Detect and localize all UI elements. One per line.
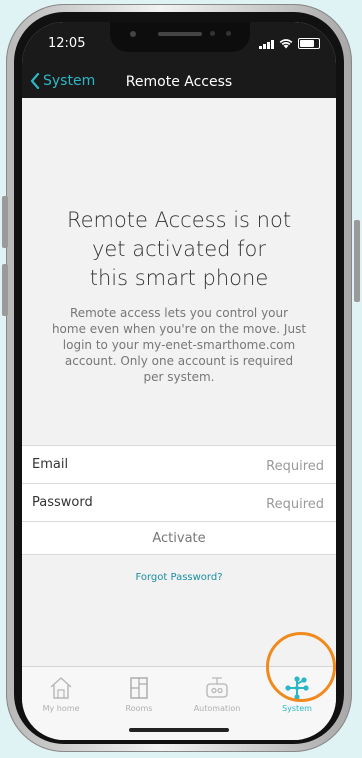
rooms-icon (130, 677, 148, 699)
home-indicator[interactable] (129, 728, 229, 732)
remote-access-content: Remote Access is not yet activated for t… (22, 98, 336, 666)
forgot-password-link[interactable]: Forgot Password? (22, 572, 336, 583)
description-line: account. Only one account is required (64, 354, 294, 368)
tab-rooms[interactable]: Rooms (100, 667, 178, 717)
camera-icon (130, 31, 136, 37)
description-line: login to your my-enet-smarthome.com (62, 338, 296, 352)
nav-bar: System Remote Access (22, 68, 336, 98)
activate-button[interactable]: Activate (22, 521, 336, 555)
password-label: Password (32, 495, 93, 510)
description-line: home even when you're on the move. Just (51, 322, 307, 336)
tab-bar: My home Rooms Automation System (22, 666, 336, 717)
heading-line: yet activated for (91, 237, 267, 261)
status-bar: 12:05 (22, 22, 336, 68)
battery-icon (298, 38, 320, 49)
page-title: Remote Access (125, 74, 233, 90)
tab-automation[interactable]: Automation (178, 667, 256, 717)
email-row: Email (22, 445, 336, 483)
tab-label: My home (42, 704, 80, 713)
activate-label: Activate (152, 531, 206, 546)
signal-icon (259, 40, 274, 49)
status-time: 12:05 (48, 36, 86, 51)
power-button (354, 220, 360, 302)
tab-label: System (282, 704, 312, 713)
house-icon (50, 677, 72, 699)
email-field[interactable] (162, 453, 326, 479)
sensor-icon (226, 31, 231, 36)
tab-system[interactable]: System (258, 667, 336, 717)
status-icons (259, 38, 320, 49)
heading-line: this smart phone (89, 266, 269, 290)
not-activated-heading: Remote Access is not yet activated for t… (42, 206, 316, 293)
heading-line: Remote Access is not (66, 208, 292, 232)
remote-access-description: Remote access lets you control your home… (36, 305, 322, 385)
volume-up-button (2, 196, 8, 248)
password-field[interactable] (162, 491, 326, 517)
description-line: per system. (143, 370, 215, 384)
notch (110, 22, 250, 52)
tab-my-home[interactable]: My home (22, 667, 100, 717)
tab-label: Rooms (125, 704, 153, 713)
tab-label: Automation (193, 704, 241, 713)
volume-down-button (2, 264, 8, 316)
email-label: Email (32, 457, 69, 472)
wifi-icon (279, 39, 293, 49)
password-row: Password (22, 483, 336, 521)
description-line: Remote access lets you control your (69, 306, 289, 320)
speaker-icon (158, 32, 202, 36)
system-icon (285, 676, 309, 700)
sensor-icon (210, 31, 215, 36)
automation-icon (206, 677, 228, 698)
phone-screen: 12:05 System Remote Access Remote Access… (22, 22, 336, 740)
